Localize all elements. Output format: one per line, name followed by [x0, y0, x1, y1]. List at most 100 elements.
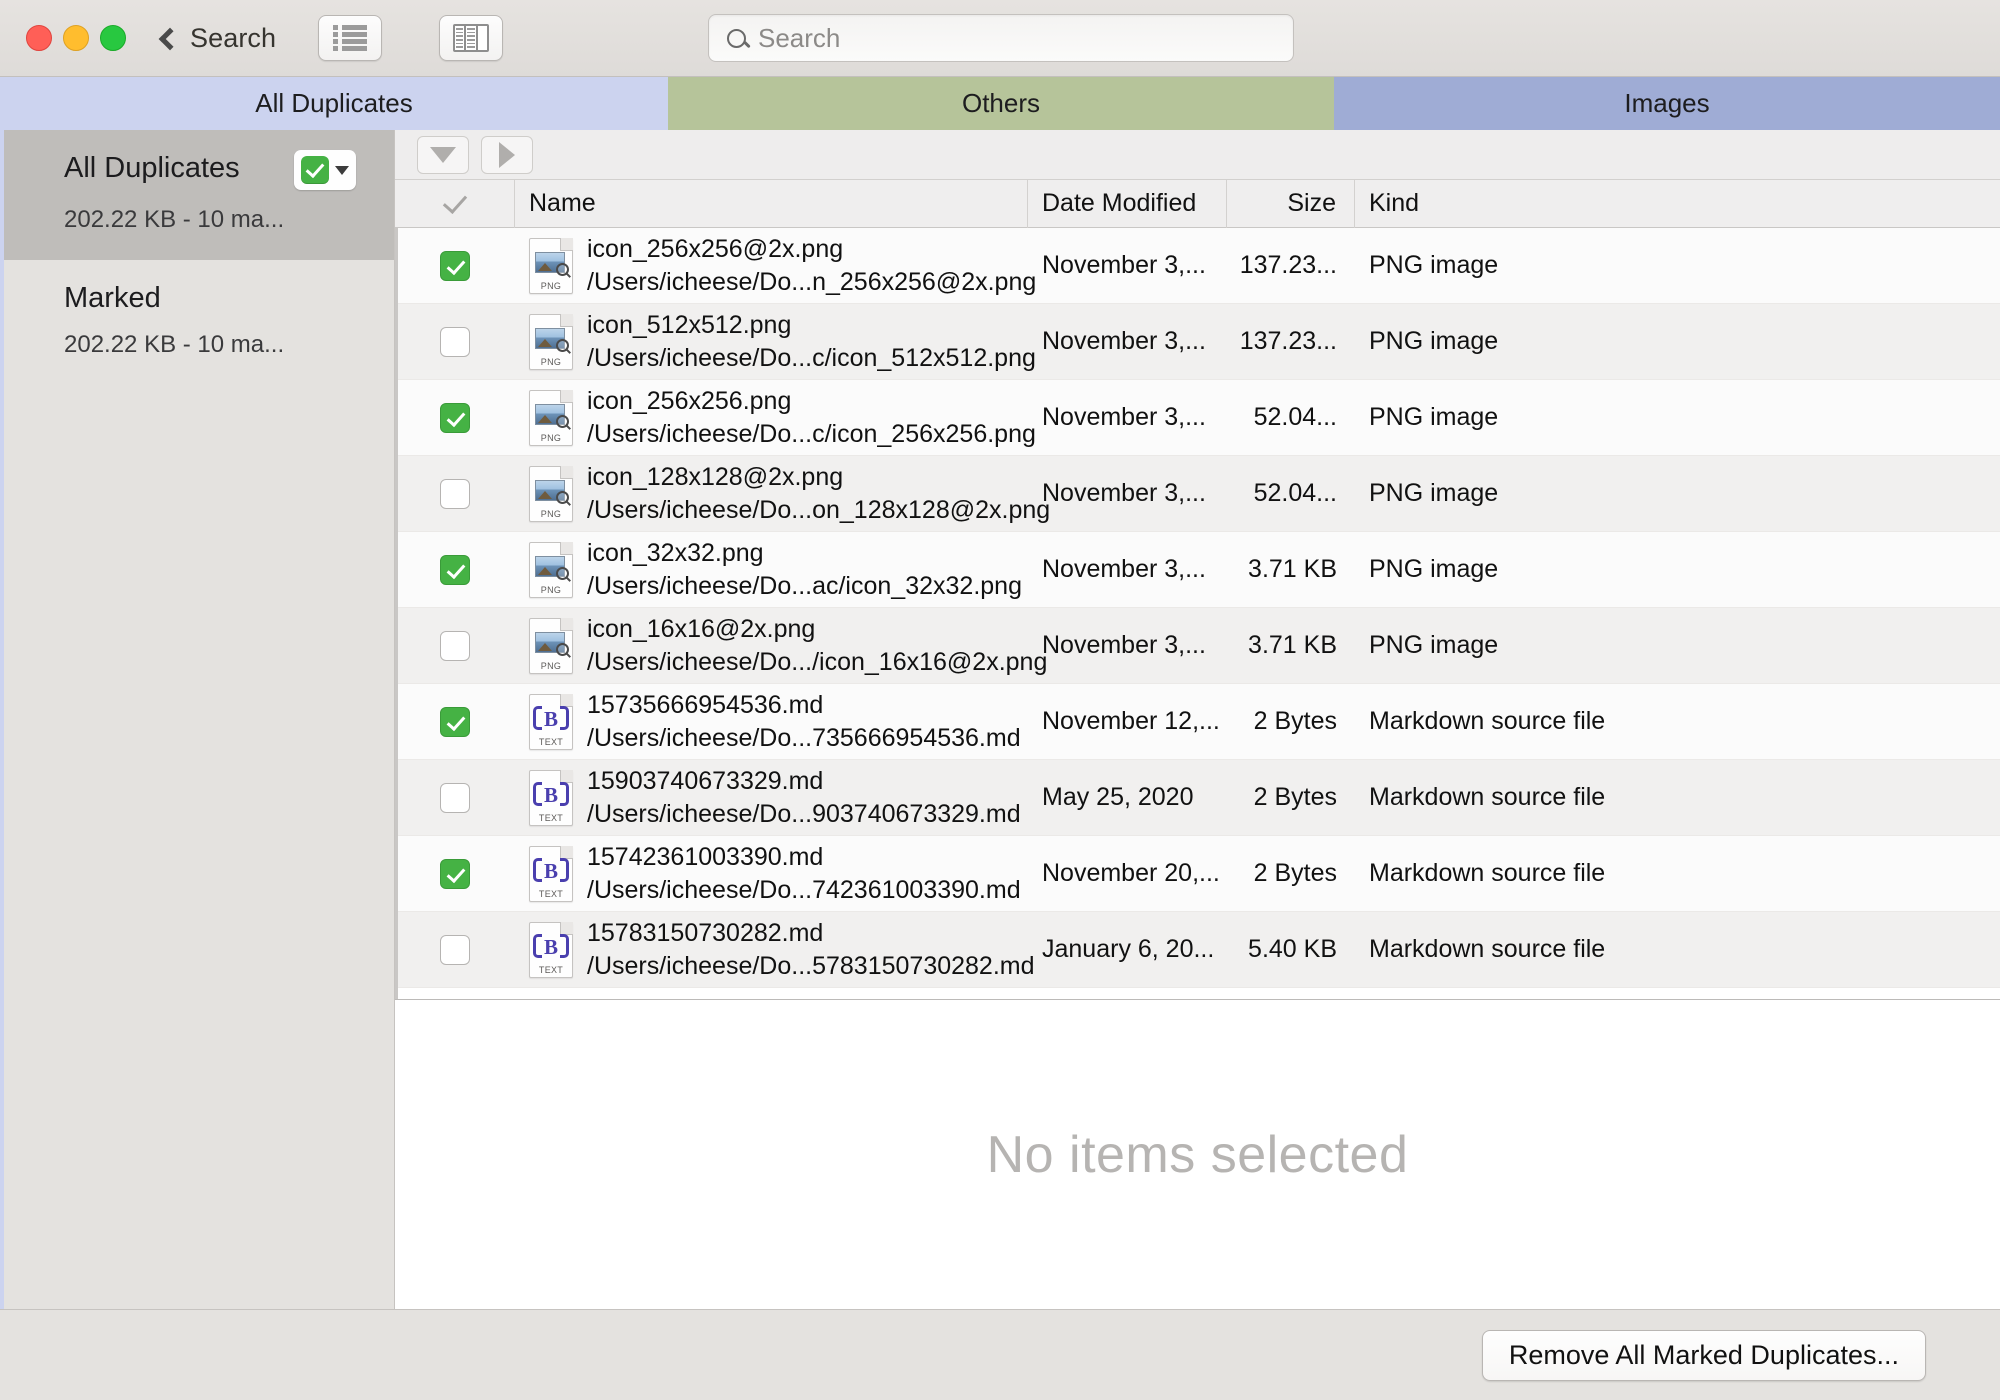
row-date-cell: November 12,... — [1028, 684, 1227, 760]
collapse-all-button[interactable] — [417, 136, 469, 174]
row-checkbox-cell[interactable] — [395, 608, 515, 684]
sidebar-item-title: Marked — [64, 282, 370, 315]
chevron-left-icon — [159, 27, 182, 50]
window-body: All Duplicates 202.22 KB - 10 ma... Mark… — [0, 130, 2000, 1309]
tab-all-duplicates[interactable]: All Duplicates — [0, 77, 668, 130]
row-checkbox-cell[interactable] — [395, 228, 515, 304]
row-kind-cell: Markdown source file — [1355, 684, 2000, 760]
file-path: /Users/icheese/Do...903740673329.md — [587, 800, 1021, 829]
png-file-icon: PNG — [529, 238, 573, 294]
file-path: /Users/icheese/Do...5783150730282.md — [587, 952, 1028, 981]
row-date-cell: November 3,... — [1028, 532, 1227, 608]
table-header: Name Date Modified Size Kind — [395, 180, 2000, 228]
checked-checkbox-icon[interactable] — [440, 555, 470, 585]
column-header-label: Kind — [1369, 189, 1419, 218]
empty-state-message: No items selected — [987, 1125, 1409, 1185]
png-file-icon: PNG — [529, 618, 573, 674]
tab-bar: All Duplicates Others Images — [0, 77, 2000, 130]
row-name-cell: PNGicon_32x32.png/Users/icheese/Do...ac/… — [515, 532, 1028, 608]
sidebar-item-subtitle: 202.22 KB - 10 ma... — [64, 206, 370, 234]
table-row[interactable]: PNGicon_16x16@2x.png/Users/icheese/Do...… — [395, 608, 2000, 684]
sidebar: All Duplicates 202.22 KB - 10 ma... Mark… — [0, 130, 395, 1309]
column-view-button[interactable] — [439, 15, 503, 61]
checked-checkbox-icon[interactable] — [440, 251, 470, 281]
row-size-cell: 137.23... — [1227, 304, 1355, 380]
file-name: 15742361003390.md — [587, 843, 1021, 872]
file-name: icon_256x256@2x.png — [587, 235, 1028, 264]
column-header-kind[interactable]: Kind — [1355, 180, 2000, 228]
list-view-button[interactable] — [318, 15, 382, 61]
unchecked-checkbox-icon[interactable] — [440, 631, 470, 661]
triangle-down-icon — [430, 147, 456, 163]
row-name-cell: BTEXT15735666954536.md/Users/icheese/Do.… — [515, 684, 1028, 760]
table-row[interactable]: PNG icon_128x128@2x.png/Users/icheese/Do.… — [395, 456, 2000, 532]
unchecked-checkbox-icon[interactable] — [440, 479, 470, 509]
close-button[interactable] — [26, 25, 52, 51]
table-body[interactable]: PNG icon_256x256@2x.png/Users/icheese/Do.… — [395, 228, 2000, 1000]
row-kind-cell: PNG image — [1355, 456, 2000, 532]
table-row[interactable]: BTEXT15783150730282.md/Users/icheese/Do.… — [395, 912, 2000, 988]
row-name-cell: PNG icon_256x256@2x.png/Users/icheese/Do.… — [515, 228, 1028, 304]
minimize-button[interactable] — [63, 25, 89, 51]
preview-pane: No items selected — [395, 1000, 2000, 1309]
row-date-cell: January 6, 20... — [1028, 912, 1227, 988]
remove-all-marked-duplicates-button[interactable]: Remove All Marked Duplicates... — [1482, 1330, 1926, 1381]
table-row[interactable]: PNGicon_32x32.png/Users/icheese/Do...ac/… — [395, 532, 2000, 608]
table-row[interactable]: BTEXT15903740673329.md/Users/icheese/Do.… — [395, 760, 2000, 836]
row-kind-cell: PNG image — [1355, 380, 2000, 456]
row-checkbox-cell[interactable] — [395, 532, 515, 608]
maximize-button[interactable] — [100, 25, 126, 51]
row-kind-cell: PNG image — [1355, 304, 2000, 380]
checked-checkbox-icon[interactable] — [440, 859, 470, 889]
row-kind-cell: PNG image — [1355, 532, 2000, 608]
unchecked-checkbox-icon[interactable] — [440, 935, 470, 965]
png-file-icon: PNG — [529, 542, 573, 598]
row-checkbox-cell[interactable] — [395, 836, 515, 912]
column-view-icon — [453, 24, 489, 52]
row-name-cell: PNGicon_16x16@2x.png/Users/icheese/Do...… — [515, 608, 1028, 684]
row-kind-cell: PNG image — [1355, 608, 2000, 684]
chevron-down-icon — [335, 166, 349, 175]
back-button[interactable]: Search — [162, 23, 276, 54]
table-row[interactable]: PNG icon_256x256@2x.png/Users/icheese/Do.… — [395, 228, 2000, 304]
file-path: /Users/icheese/Do...on_128x128@2x.png — [587, 496, 1028, 525]
checked-checkbox-icon[interactable] — [440, 403, 470, 433]
row-date-cell: May 25, 2020 — [1028, 760, 1227, 836]
sidebar-item-marked[interactable]: Marked 202.22 KB - 10 ma... — [4, 260, 394, 385]
row-checkbox-cell[interactable] — [395, 304, 515, 380]
row-checkbox-cell[interactable] — [395, 760, 515, 836]
row-checkbox-cell[interactable] — [395, 912, 515, 988]
table-row[interactable]: PNGicon_256x256.png/Users/icheese/Do...c… — [395, 380, 2000, 456]
row-checkbox-cell[interactable] — [395, 684, 515, 760]
row-size-cell: 2 Bytes — [1227, 836, 1355, 912]
table-row[interactable]: BTEXT15735666954536.md/Users/icheese/Do.… — [395, 684, 2000, 760]
app-window: Search Search All D — [0, 0, 2000, 1400]
row-name-cell: PNG icon_128x128@2x.png/Users/icheese/Do.… — [515, 456, 1028, 532]
file-name: icon_128x128@2x.png — [587, 463, 1028, 492]
unchecked-checkbox-icon[interactable] — [440, 783, 470, 813]
tab-images[interactable]: Images — [1334, 77, 2000, 130]
expand-all-button[interactable] — [481, 136, 533, 174]
row-name-cell: BTEXT15742361003390.md/Users/icheese/Do.… — [515, 836, 1028, 912]
png-file-icon: PNG — [529, 390, 573, 446]
tab-others[interactable]: Others — [668, 77, 1334, 130]
column-header-size[interactable]: Size — [1227, 180, 1355, 228]
table-row[interactable]: BTEXT15742361003390.md/Users/icheese/Do.… — [395, 836, 2000, 912]
mark-all-checkbox-popup[interactable] — [294, 150, 356, 190]
row-kind-cell: Markdown source file — [1355, 760, 2000, 836]
checked-checkbox-icon[interactable] — [440, 707, 470, 737]
column-header-date-modified[interactable]: Date Modified — [1028, 180, 1227, 228]
column-header-name[interactable]: Name — [515, 180, 1028, 228]
row-date-cell: November 3,... — [1028, 608, 1227, 684]
row-checkbox-cell[interactable] — [395, 456, 515, 532]
list-view-icon — [333, 25, 367, 51]
table-row[interactable]: PNGicon_512x512.png/Users/icheese/Do...c… — [395, 304, 2000, 380]
png-file-icon: PNG — [529, 466, 573, 522]
unchecked-checkbox-icon[interactable] — [440, 327, 470, 357]
file-path: /Users/icheese/Do...n_256x256@2x.png — [587, 268, 1028, 297]
row-checkbox-cell[interactable] — [395, 380, 515, 456]
column-header-checkbox[interactable] — [395, 180, 515, 228]
search-field[interactable]: Search — [708, 14, 1294, 62]
sidebar-item-all-duplicates[interactable]: All Duplicates 202.22 KB - 10 ma... — [4, 130, 394, 260]
row-size-cell: 52.04... — [1227, 380, 1355, 456]
